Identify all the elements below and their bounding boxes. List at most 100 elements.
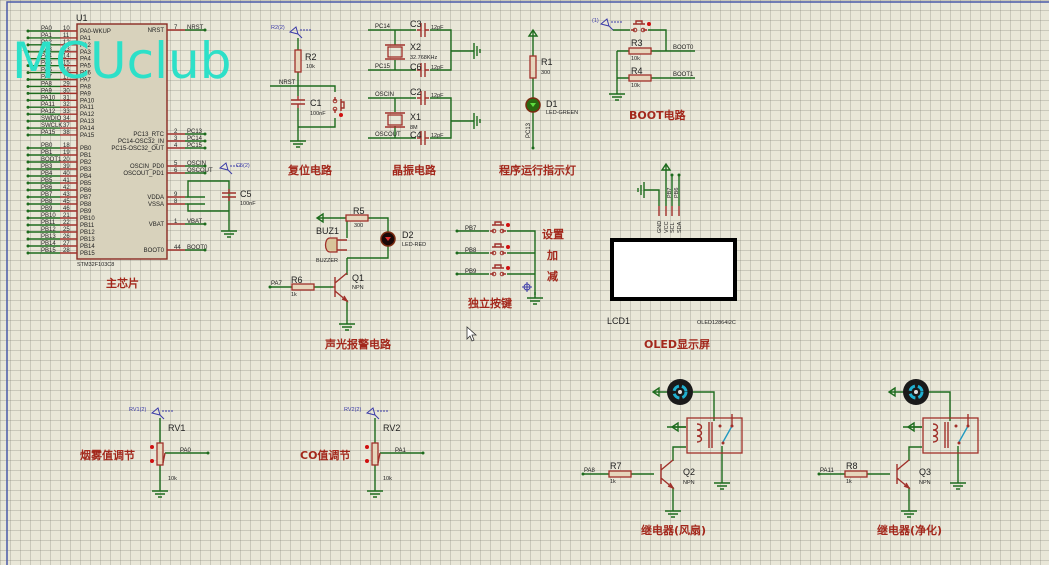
key-label-down: 减 xyxy=(547,269,558,283)
key-net-pb8: PB8 xyxy=(465,248,477,254)
mcu-pin-net: PB8 xyxy=(41,199,53,205)
mcu-ref: U1 xyxy=(76,13,88,23)
mcu-pin-name: PB13 xyxy=(80,237,95,243)
mcu-pin-net: PB0 xyxy=(41,143,53,149)
r5-value: 300 xyxy=(354,223,363,229)
r6-value: 1k xyxy=(291,292,297,298)
rv1-title: 烟雾值调节 xyxy=(80,448,135,462)
mcu-pin-name: PA11 xyxy=(80,105,94,111)
buz1-value: BUZZER xyxy=(316,258,338,264)
relay1-title: 继电器(风扇) xyxy=(641,523,706,537)
mcu-pin-name: VDDA xyxy=(147,195,164,201)
mcu-pin-name: BOOT0 xyxy=(144,248,165,254)
led-title: 程序运行指示灯 xyxy=(499,163,576,177)
rv1-value: 10k xyxy=(168,476,177,482)
c3-value: 12pF xyxy=(431,25,444,31)
mcu-pin-name: PB3 xyxy=(80,167,92,173)
rv1-circuit[interactable]: RV1(2) RV1 10k PA0 烟雾值调节 xyxy=(80,407,210,498)
crystal-circuit[interactable]: PC14 PC15 OSCIN OSCOUT C3 C6 C2 C4 12pF … xyxy=(368,19,481,177)
mcu-pin-name: PB0 xyxy=(80,146,92,152)
oled-screen[interactable] xyxy=(610,238,737,301)
mcu-pin-name: PA9 xyxy=(80,91,92,97)
c5-decoupling[interactable]: C5(2) C5 100nF xyxy=(187,162,256,238)
oled-net-pb6: PB6 xyxy=(674,188,680,198)
keys-title: 独立按键 xyxy=(467,296,513,310)
c3-ref: C3 xyxy=(410,19,422,29)
key-label-up: 加 xyxy=(546,248,558,262)
mcu-pin-name: PB5 xyxy=(80,181,92,187)
d1-value: LED-GREEN xyxy=(546,110,578,116)
mcu-pin-number: 43 xyxy=(63,192,70,198)
mcu-pin-name: PB12 xyxy=(80,230,95,236)
r8-ref: R8 xyxy=(846,461,858,471)
oled-display[interactable]: PB7 PB6 GND VCC SCL SDA LCD1 OLED12864I2… xyxy=(607,163,737,351)
c4-value: 12pF xyxy=(431,133,444,139)
boot-title: BOOT电路 xyxy=(629,108,687,122)
rv2-ref: RV2 xyxy=(383,423,400,433)
relay2-net-pa11: PA11 xyxy=(820,468,834,474)
d2-ref: D2 xyxy=(402,230,414,240)
alarm-net-pa7: PA7 xyxy=(271,281,283,287)
schematic-canvas[interactable]: U1 PA0 10 PA0-WKUP PA1 11 PA1 PA2 12 PA2 PA3 13 PA3… xyxy=(0,0,1049,565)
oled-ref: LCD1 xyxy=(607,316,630,326)
net-oscout: OSCOUT xyxy=(375,132,401,138)
keys-circuit[interactable]: PB7 PB8 PB9 设置 加 减 独立按键 xyxy=(455,221,565,310)
mcu-pin-net: PC14 xyxy=(187,136,203,142)
mcu-pin-number: 46 xyxy=(63,206,70,212)
mcu-pin-net: PB7 xyxy=(41,192,53,198)
mcu-pin-name: PB9 xyxy=(80,209,92,215)
crosshair-icon xyxy=(522,282,532,292)
mcu-pin-name: PB10 xyxy=(80,216,95,222)
mcu-pin-number: 19 xyxy=(63,150,70,156)
relay2-circuit[interactable]: PA11 R8 1k Q3 NPN 继电器(净化) xyxy=(817,377,979,537)
mcu-pin-number: 38 xyxy=(63,130,70,136)
reset-net-nrst: NRST xyxy=(279,80,296,86)
r3-ref: R3 xyxy=(631,38,643,48)
mcu-pin-net: NRST xyxy=(187,25,204,31)
x1-ref: X1 xyxy=(410,112,421,122)
mcu-pin-name: PB15 xyxy=(80,251,95,257)
key-net-pb9: PB9 xyxy=(465,269,477,275)
reset-button[interactable] xyxy=(332,96,345,118)
boot-circuit[interactable]: (1) R3 10k R4 10k BOOT0 BOOT1 BOOT电路 xyxy=(592,18,695,122)
led-indicator-circuit[interactable]: R1 300 D1 LED-GREEN PC13 程序运行指示灯 xyxy=(499,29,578,177)
mcu-pin-name: PB2 xyxy=(80,160,92,166)
x1-value: 8M xyxy=(410,125,418,131)
x2-ref: X2 xyxy=(410,42,421,52)
r2-ref: R2 xyxy=(305,52,317,62)
led-net-pc13: PC13 xyxy=(526,122,532,138)
crystal-x1 xyxy=(387,114,403,126)
rv1-probe: RV1(2) xyxy=(129,407,146,413)
relay2-title: 继电器(净化) xyxy=(877,523,942,537)
rv2-circuit[interactable]: RV2(2) RV2 10k PA1 CO值调节 xyxy=(300,407,425,498)
reset-circuit[interactable]: R2(2) R2 10k NRST C1 100nF 复位电路 xyxy=(270,25,345,177)
rv1-potentiometer[interactable] xyxy=(156,442,164,466)
x2-value: 32.768KHz xyxy=(410,55,437,61)
alarm-circuit[interactable]: R5 300 D2 LED-RED BUZ1 BUZZER Q1 NPN R6 … xyxy=(268,206,427,351)
mcu-pin-number: 21 xyxy=(63,213,70,219)
mcu-pin-net: PB1 xyxy=(41,150,53,156)
r5-ref: R5 xyxy=(353,206,365,216)
d2-value: LED-RED xyxy=(402,242,426,248)
mcu-pin-name: PA10 xyxy=(80,98,95,104)
mcu-pin-number: 33 xyxy=(63,109,70,115)
mcu-pin-number: 31 xyxy=(63,95,70,101)
mcu-pin-net: PB10 xyxy=(41,213,56,219)
mcu-pin-net: PB4 xyxy=(41,171,53,177)
mcu-pin-name: PA15 xyxy=(80,133,95,139)
mcu-title: 主芯片 xyxy=(106,276,139,290)
relay1-circuit[interactable]: PA8 R7 1k Q2 NPN 继电器(风扇) xyxy=(581,377,743,537)
boot-net-boot1: BOOT1 xyxy=(673,72,694,78)
c6-ref: C6 xyxy=(410,62,422,72)
rv2-potentiometer[interactable] xyxy=(371,442,379,466)
mcu-pin-name: PA13 xyxy=(80,119,95,125)
r3-value: 10k xyxy=(631,56,640,62)
mcu-pin-name: PB1 xyxy=(80,153,92,159)
net-oscin: OSCIN xyxy=(375,92,394,98)
mcu-pin-net: PB15 xyxy=(41,248,56,254)
r1-value: 300 xyxy=(541,70,550,76)
q3-value: NPN xyxy=(919,480,931,486)
net-pc14: PC14 xyxy=(375,24,391,30)
mcu-pin-name: OSCIN_PD0 xyxy=(130,164,165,170)
mcu-pin-net: PB6 xyxy=(41,185,53,191)
